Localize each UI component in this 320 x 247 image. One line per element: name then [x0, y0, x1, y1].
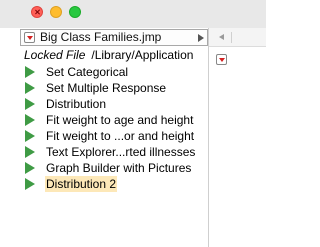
- table-file-name: Big Class Families.jmp: [40, 30, 162, 44]
- table-script-label: Fit weight to ...or and height: [46, 129, 195, 143]
- data-grid-panel: [209, 28, 266, 247]
- table-script-item[interactable]: Fit weight to ...or and height: [20, 128, 208, 144]
- close-window-button[interactable]: [31, 6, 43, 18]
- red-triangle-menu-icon[interactable]: [24, 32, 35, 43]
- window-left-margin: [0, 28, 20, 247]
- window-titlebar: [0, 0, 266, 29]
- play-icon[interactable]: [25, 66, 35, 78]
- minimize-window-button[interactable]: [50, 6, 62, 18]
- table-script-label: Set Categorical: [46, 65, 129, 79]
- data-grid-toolbar: [209, 28, 266, 47]
- maximize-window-button[interactable]: [69, 6, 81, 18]
- table-name-header[interactable]: Big Class Families.jmp: [20, 29, 208, 46]
- table-script-item[interactable]: Text Explorer...rted illnesses: [20, 144, 208, 160]
- play-icon[interactable]: [25, 162, 35, 174]
- chevron-right-icon[interactable]: [198, 34, 204, 42]
- table-script-label: Set Multiple Response: [46, 81, 167, 95]
- table-script-item[interactable]: Graph Builder with Pictures: [20, 160, 208, 176]
- table-script-item[interactable]: Distribution: [20, 96, 208, 112]
- play-icon[interactable]: [25, 98, 35, 110]
- locked-file-label: Locked File: [24, 48, 86, 62]
- table-script-label: Graph Builder with Pictures: [46, 161, 192, 175]
- play-icon[interactable]: [25, 146, 35, 158]
- play-icon[interactable]: [25, 114, 35, 126]
- table-script-item[interactable]: Set Categorical: [20, 64, 208, 80]
- table-script-item[interactable]: Fit weight to age and height: [20, 112, 208, 128]
- collapse-panel-icon[interactable]: [219, 34, 224, 40]
- file-location-line: Locked File/Library/Application: [24, 48, 193, 63]
- file-path: /Library/Application: [91, 48, 194, 62]
- play-icon[interactable]: [25, 178, 35, 190]
- table-script-label: Text Explorer...rted illnesses: [46, 145, 196, 159]
- play-icon[interactable]: [25, 130, 35, 142]
- table-script-label: Distribution 2: [45, 176, 118, 192]
- red-triangle-menu-icon[interactable]: [216, 54, 227, 65]
- table-script-label: Fit weight to age and height: [46, 113, 194, 127]
- play-icon[interactable]: [25, 82, 35, 94]
- table-scripts-list: Set Categorical Set Multiple Response Dist…: [20, 64, 208, 192]
- table-panel: Big Class Families.jmp Locked File/Libra…: [20, 28, 209, 247]
- table-script-item[interactable]: Set Multiple Response: [20, 80, 208, 96]
- toolbar-divider: [231, 32, 232, 43]
- table-script-label: Distribution: [46, 97, 107, 111]
- table-script-item[interactable]: Distribution 2: [20, 176, 208, 192]
